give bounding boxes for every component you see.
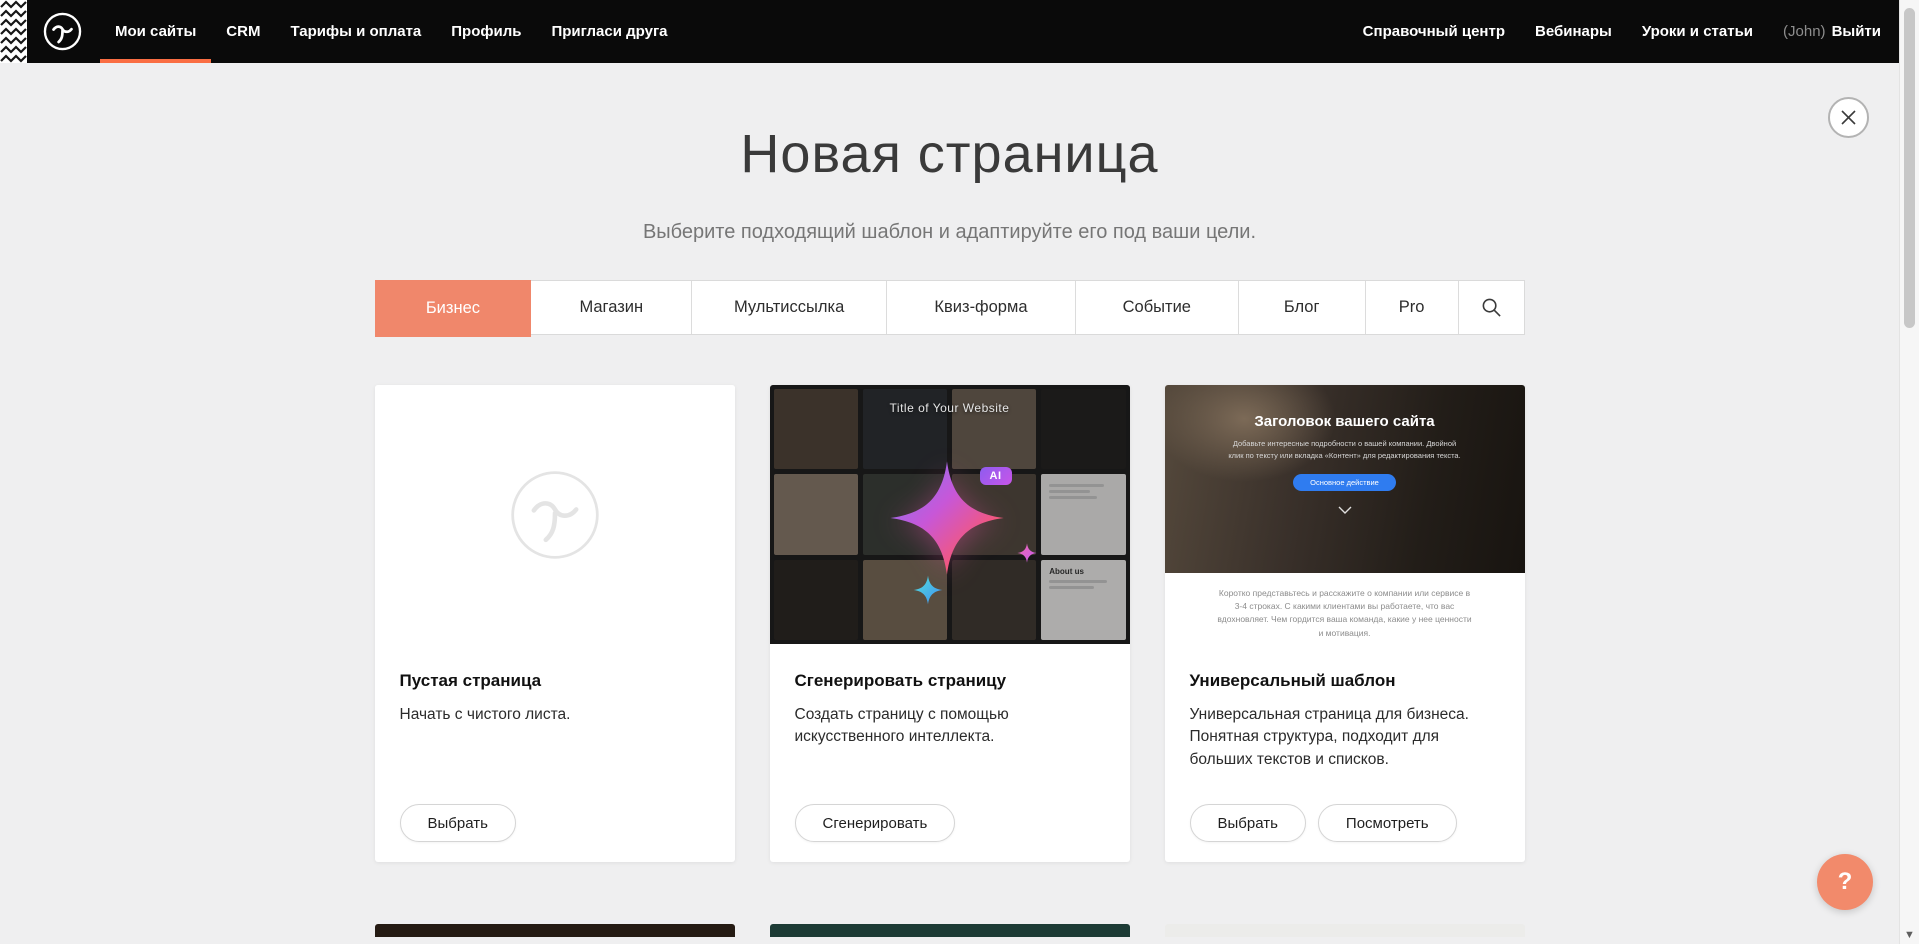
scrollbar-down-arrow[interactable]: ▼ [1900, 929, 1919, 941]
tab-quiz-form[interactable]: Квиз-форма [887, 281, 1076, 334]
close-button[interactable] [1828, 97, 1869, 138]
template-card-partial[interactable] [770, 924, 1130, 937]
preview-site-title: Title of Your Website [770, 401, 1130, 415]
universal-preview: Заголовок вашего сайта Добавьте интересн… [1165, 385, 1525, 644]
card-body: Пустая страница Начать с чистого листа. … [375, 644, 735, 862]
scrollbar-thumb[interactable] [1904, 8, 1915, 328]
tab-store[interactable]: Магазин [531, 281, 692, 334]
template-card-partial[interactable] [375, 924, 735, 937]
ai-sparkle-tiny-icon [1017, 543, 1037, 563]
main-area: Новая страница Выберите подходящий шабло… [0, 63, 1899, 944]
nav-help-center[interactable]: Справочный центр [1348, 0, 1520, 63]
card-description: Создать страницу с помощью искусственног… [795, 704, 1105, 749]
chevron-down-icon [1338, 506, 1352, 514]
tab-multilink[interactable]: Мультиссылка [692, 281, 887, 334]
preview-site-title: Заголовок вашего сайта [1254, 413, 1434, 430]
tab-search[interactable] [1459, 281, 1524, 334]
card-body: Универсальный шаблон Универсальная стран… [1165, 644, 1525, 862]
user-menu: (John) Выйти [1768, 0, 1905, 63]
question-mark-icon: ? [1838, 868, 1853, 896]
ai-badge: AI [980, 467, 1012, 485]
close-icon [1841, 110, 1856, 125]
nav-invite-friend[interactable]: Пригласи друга [536, 0, 682, 63]
template-card-ai-generate[interactable]: About us Title of Your Website [770, 385, 1130, 862]
choose-button[interactable]: Выбрать [400, 804, 516, 842]
nav-profile[interactable]: Профиль [436, 0, 536, 63]
page-subtitle: Выберите подходящий шаблон и адаптируйте… [375, 221, 1525, 244]
tilda-logo[interactable] [43, 0, 82, 63]
user-name: (John) [1783, 23, 1826, 40]
choose-button[interactable]: Выбрать [1190, 804, 1306, 842]
card-title: Универсальный шаблон [1190, 671, 1500, 691]
blank-preview [375, 385, 735, 644]
ai-sparkle-small-icon [913, 575, 943, 605]
scrollbar[interactable]: ▼ [1899, 0, 1919, 944]
preview-cta-button: Основное действие [1293, 474, 1396, 491]
preview-body-text: Коротко представьтесь и расскажите о ком… [1165, 573, 1525, 644]
card-title: Сгенерировать страницу [795, 671, 1105, 691]
card-actions: Выбрать [400, 804, 710, 842]
new-page-dialog: Новая страница Выберите подходящий шабло… [375, 123, 1525, 937]
tab-event[interactable]: Событие [1076, 281, 1239, 334]
primary-nav: Мои сайты CRM Тарифы и оплата Профиль Пр… [100, 0, 683, 63]
template-grid-row2 [375, 924, 1525, 937]
zigzag-decoration [0, 0, 27, 63]
logout-link[interactable]: Выйти [1832, 23, 1881, 40]
ai-preview: About us Title of Your Website [770, 385, 1130, 644]
template-category-tabs: Бизнес Магазин Мультиссылка Квиз-форма С… [375, 280, 1525, 335]
card-body: Сгенерировать страницу Создать страницу … [770, 644, 1130, 862]
template-card-universal[interactable]: Заголовок вашего сайта Добавьте интересн… [1165, 385, 1525, 862]
preview-site-subtitle: Добавьте интересные подробности о вашей … [1227, 438, 1462, 461]
card-description: Универсальная страница для бизнеса. Поня… [1190, 704, 1500, 771]
nav-lessons[interactable]: Уроки и статьи [1627, 0, 1768, 63]
page-title: Новая страница [375, 123, 1525, 185]
template-card-partial[interactable] [1165, 924, 1525, 937]
top-navbar: Мои сайты CRM Тарифы и оплата Профиль Пр… [0, 0, 1919, 63]
view-button[interactable]: Посмотреть [1318, 804, 1457, 842]
tab-business[interactable]: Бизнес [375, 280, 532, 337]
nav-webinars[interactable]: Вебинары [1520, 0, 1627, 63]
nav-crm[interactable]: CRM [211, 0, 275, 63]
card-description: Начать с чистого листа. [400, 704, 710, 726]
nav-my-sites[interactable]: Мои сайты [100, 0, 211, 63]
secondary-nav: Справочный центр Вебинары Уроки и статьи… [1348, 0, 1919, 63]
tab-pro[interactable]: Pro [1366, 281, 1459, 334]
nav-tariffs[interactable]: Тарифы и оплата [275, 0, 436, 63]
generate-button[interactable]: Сгенерировать [795, 804, 956, 842]
card-actions: Сгенерировать [795, 804, 1105, 842]
template-card-blank[interactable]: Пустая страница Начать с чистого листа. … [375, 385, 735, 862]
card-title: Пустая страница [400, 671, 710, 691]
tilda-new-page-screen: { "navbar": { "items_left": [ { "label":… [0, 0, 1919, 944]
card-actions: Выбрать Посмотреть [1190, 804, 1500, 842]
tab-blog[interactable]: Блог [1239, 281, 1366, 334]
help-widget-button[interactable]: ? [1817, 854, 1873, 910]
preview-hero: Заголовок вашего сайта Добавьте интересн… [1165, 385, 1525, 573]
template-grid: Пустая страница Начать с чистого листа. … [375, 385, 1525, 862]
search-icon [1481, 297, 1502, 318]
tilda-watermark-icon [509, 469, 601, 561]
